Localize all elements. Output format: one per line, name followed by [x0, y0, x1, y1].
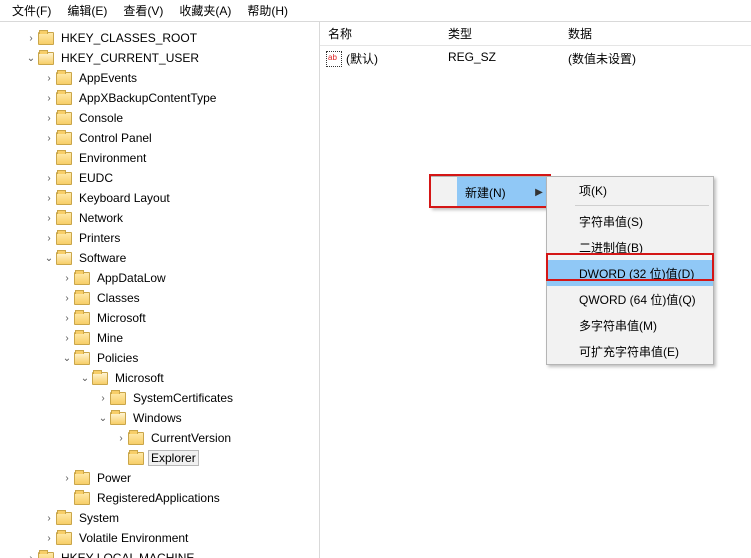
tree-item-hklm[interactable]: ›HKEY LOCAL MACHINE [6, 548, 319, 558]
menu-help[interactable]: 帮助(H) [239, 0, 296, 21]
tree-item[interactable]: ›Control Panel [6, 128, 319, 148]
value-panel: 名称 类型 数据 (默认) REG_SZ (数值未设置) 新建(N) ▶ 项(K… [320, 22, 751, 558]
menu-item-qword[interactable]: QWORD (64 位)值(Q) [547, 286, 713, 312]
folder-icon [128, 452, 144, 465]
tree-item-policies[interactable]: ⌄Policies [6, 348, 319, 368]
menu-item-expandstring[interactable]: 可扩充字符串值(E) [547, 338, 713, 364]
folder-icon [38, 32, 54, 45]
tree-item-explorer[interactable]: Explorer [6, 448, 319, 468]
chevron-right-icon: ▶ [531, 187, 547, 198]
menu-edit[interactable]: 编辑(E) [59, 0, 115, 21]
tree-item[interactable]: ›Classes [6, 288, 319, 308]
folder-icon [56, 152, 72, 165]
col-data[interactable]: 数据 [560, 22, 751, 45]
folder-icon [38, 552, 54, 558]
col-type[interactable]: 类型 [440, 22, 560, 45]
folder-icon [110, 392, 126, 405]
menu-item-new[interactable]: 新建(N) ▶ [431, 177, 547, 207]
context-submenu: 项(K) 字符串值(S) 二进制值(B) DWORD (32 位)值(D) QW… [546, 176, 714, 365]
tree-item[interactable]: ›Console [6, 108, 319, 128]
folder-icon [56, 72, 72, 85]
folder-icon [128, 432, 144, 445]
value-type: REG_SZ [440, 50, 560, 67]
folder-icon [74, 312, 90, 325]
folder-open-icon [74, 352, 90, 365]
folder-icon [74, 292, 90, 305]
tree-item-hkcr[interactable]: ›HKEY_CLASSES_ROOT [6, 28, 319, 48]
tree-item[interactable]: Environment [6, 148, 319, 168]
menu-item-string[interactable]: 字符串值(S) [547, 208, 713, 234]
folder-icon [56, 132, 72, 145]
list-header: 名称 类型 数据 [320, 22, 751, 46]
tree-item[interactable]: ›CurrentVersion [6, 428, 319, 448]
tree-item[interactable]: ›Printers [6, 228, 319, 248]
folder-icon [56, 172, 72, 185]
folder-icon [74, 332, 90, 345]
folder-icon [74, 492, 90, 505]
value-data: (数值未设置) [560, 50, 751, 67]
col-name[interactable]: 名称 [320, 22, 440, 45]
tree-item[interactable]: ›Microsoft [6, 308, 319, 328]
tree-item-software[interactable]: ⌄Software [6, 248, 319, 268]
folder-icon [56, 532, 72, 545]
string-icon [326, 51, 342, 67]
context-menu-new: 新建(N) ▶ [430, 176, 548, 208]
folder-icon [74, 272, 90, 285]
folder-icon [56, 92, 72, 105]
tree-item[interactable]: ›Mine [6, 328, 319, 348]
tree-item[interactable]: ›AppEvents [6, 68, 319, 88]
tree-item-hkcu[interactable]: ⌄HKEY_CURRENT_USER [6, 48, 319, 68]
tree-item[interactable]: ›EUDC [6, 168, 319, 188]
menu-item-multistring[interactable]: 多字符串值(M) [547, 312, 713, 338]
menubar: 文件(F) 编辑(E) 查看(V) 收藏夹(A) 帮助(H) [0, 0, 751, 22]
folder-icon [74, 472, 90, 485]
folder-icon [56, 212, 72, 225]
tree-item[interactable]: ›AppDataLow [6, 268, 319, 288]
tree-item[interactable]: ›Volatile Environment [6, 528, 319, 548]
tree-item[interactable]: RegisteredApplications [6, 488, 319, 508]
tree-item[interactable]: ›AppXBackupContentType [6, 88, 319, 108]
folder-icon [56, 232, 72, 245]
menu-favorites[interactable]: 收藏夹(A) [171, 0, 239, 21]
tree-item[interactable]: ›SystemCertificates [6, 388, 319, 408]
value-name: (默认) [346, 50, 378, 67]
menu-view[interactable]: 查看(V) [115, 0, 171, 21]
folder-icon [56, 192, 72, 205]
value-row-default[interactable]: (默认) REG_SZ (数值未设置) [320, 46, 751, 71]
menu-item-key[interactable]: 项(K) [547, 177, 713, 203]
menu-item-dword[interactable]: DWORD (32 位)值(D) [547, 260, 713, 286]
folder-icon [56, 512, 72, 525]
tree-item[interactable]: ›Power [6, 468, 319, 488]
menu-file[interactable]: 文件(F) [4, 0, 59, 21]
tree-item[interactable]: ›System [6, 508, 319, 528]
tree-panel: ›HKEY_CLASSES_ROOT ⌄HKEY_CURRENT_USER ›A… [0, 22, 320, 558]
folder-open-icon [110, 412, 126, 425]
tree-item[interactable]: ›Keyboard Layout [6, 188, 319, 208]
folder-icon [56, 112, 72, 125]
folder-open-icon [56, 252, 72, 265]
folder-open-icon [38, 52, 54, 65]
folder-open-icon [92, 372, 108, 385]
menu-item-binary[interactable]: 二进制值(B) [547, 234, 713, 260]
separator [575, 205, 709, 206]
tree-item[interactable]: ›Network [6, 208, 319, 228]
tree-item[interactable]: ⌄Microsoft [6, 368, 319, 388]
tree-item-windows[interactable]: ⌄Windows [6, 408, 319, 428]
